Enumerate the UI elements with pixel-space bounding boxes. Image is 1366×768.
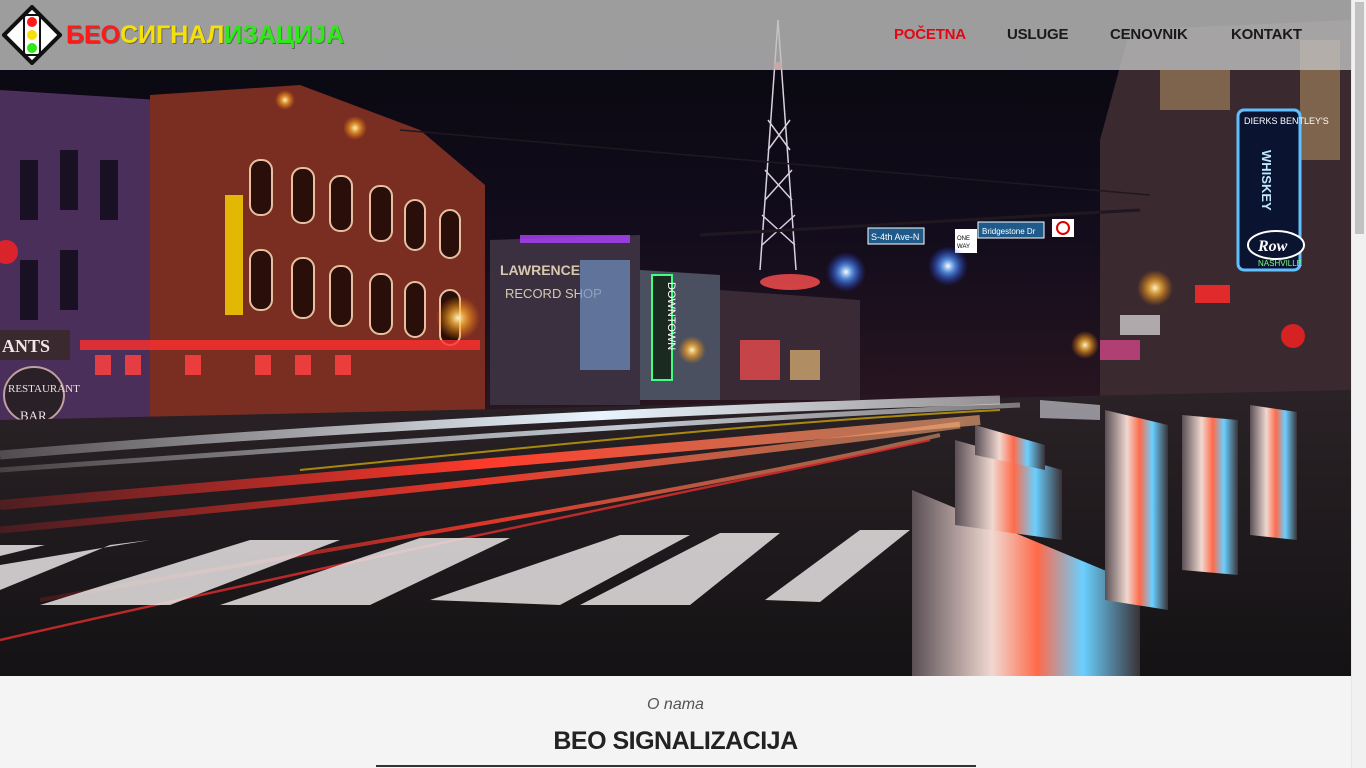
svg-text:WAY: WAY <box>957 244 970 250</box>
site-logo[interactable]: БЕОСИГНАЛИЗАЦИЈА <box>0 2 360 68</box>
svg-text:DOWNTOWN: DOWNTOWN <box>665 282 677 350</box>
site-header: БЕОСИГНАЛИЗАЦИЈА POČETNA USLUGE CENOVNIK… <box>0 0 1351 70</box>
svg-text:Bridgestone Dr: Bridgestone Dr <box>982 227 1036 236</box>
logo-text-segment-2: СИГНАЛ <box>120 21 225 49</box>
svg-text:NASHVILLE: NASHVILLE <box>1258 259 1302 268</box>
svg-text:RESTAURANT: RESTAURANT <box>8 383 80 395</box>
page-scrollbar[interactable] <box>1351 0 1366 768</box>
svg-text:ANTS: ANTS <box>2 336 50 356</box>
svg-text:LAWRENCE: LAWRENCE <box>500 262 580 278</box>
svg-text:ONE: ONE <box>957 236 970 242</box>
svg-text:S-4th Ave-N: S-4th Ave-N <box>871 232 919 242</box>
nav-item-usluge[interactable]: USLUGE <box>1007 26 1069 43</box>
hero-night-street-image: ANTS RESTAURANT BAR LAWRENCE RECORD SHOP <box>0 0 1351 676</box>
logo-wordmark: БЕОСИГНАЛИЗАЦИЈА <box>66 21 344 50</box>
about-title: BEO SIGNALIZACIJA <box>553 727 798 755</box>
about-subtitle: O nama <box>647 696 704 713</box>
logo-text-segment-1: БЕО <box>66 21 121 49</box>
svg-text:WHISKEY: WHISKEY <box>1259 150 1274 211</box>
scrollbar-thumb[interactable] <box>1355 2 1364 234</box>
about-divider <box>376 765 976 767</box>
hero-banner: ANTS RESTAURANT BAR LAWRENCE RECORD SHOP <box>0 0 1351 676</box>
svg-text:DIERKS BENTLEY'S: DIERKS BENTLEY'S <box>1244 116 1329 126</box>
nav-item-pocetna[interactable]: POČETNA <box>894 26 966 43</box>
traffic-light-icon <box>2 5 62 65</box>
nav-item-kontakt[interactable]: KONTAKT <box>1231 26 1302 43</box>
about-section: O nama BEO SIGNALIZACIJA <box>0 676 1351 768</box>
svg-text:Row: Row <box>1257 238 1288 255</box>
nav-item-cenovnik[interactable]: CENOVNIK <box>1110 26 1188 43</box>
logo-text-segment-3: ИЗАЦИЈА <box>224 21 345 49</box>
